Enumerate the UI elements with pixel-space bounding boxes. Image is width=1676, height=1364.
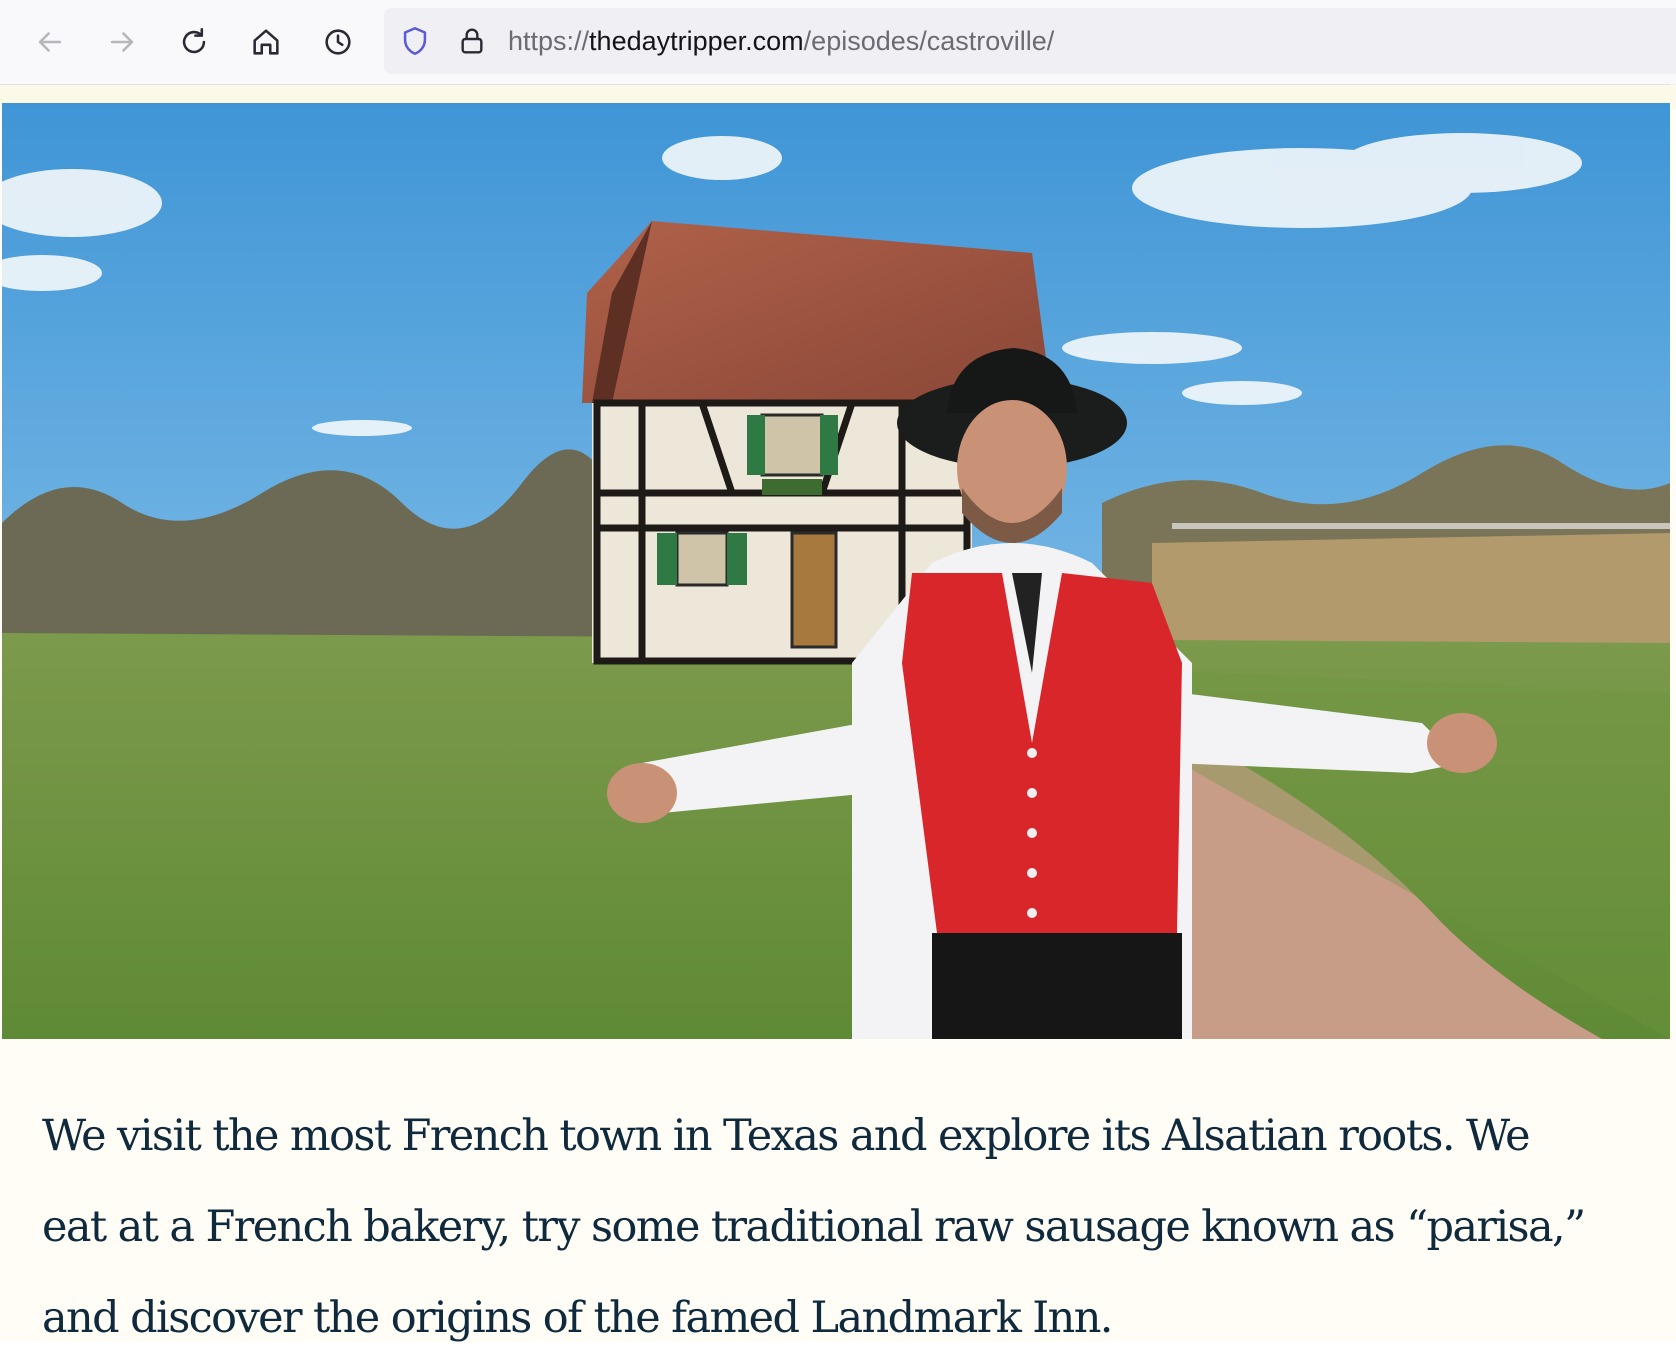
lock-icon[interactable] xyxy=(456,24,488,58)
reload-icon xyxy=(182,27,206,54)
url-bar[interactable]: https://thedaytripper.com/episodes/castr… xyxy=(384,8,1676,74)
hero-image xyxy=(2,103,1670,1039)
url-scheme: https:// xyxy=(508,26,590,56)
home-button[interactable] xyxy=(242,18,290,66)
clock-icon xyxy=(325,29,351,55)
reload-button[interactable] xyxy=(170,18,218,66)
history-button[interactable] xyxy=(314,18,362,66)
forward-button[interactable] xyxy=(98,18,146,66)
shield-icon[interactable] xyxy=(398,24,432,58)
episode-photo xyxy=(2,103,1670,1039)
arrow-left-icon xyxy=(38,32,62,52)
page-content: We visit the most French town in Texas a… xyxy=(0,85,1676,1343)
url-text[interactable]: https://thedaytripper.com/episodes/castr… xyxy=(508,26,1054,56)
browser-toolbar: https://thedaytripper.com/episodes/castr… xyxy=(0,0,1676,85)
url-path: /episodes/castroville/ xyxy=(803,26,1055,56)
back-button[interactable] xyxy=(26,18,74,66)
home-icon xyxy=(253,29,279,55)
url-domain: thedaytripper.com xyxy=(589,26,804,56)
episode-description: We visit the most French town in Texas a… xyxy=(42,1111,1586,1343)
arrow-right-icon xyxy=(110,32,134,52)
